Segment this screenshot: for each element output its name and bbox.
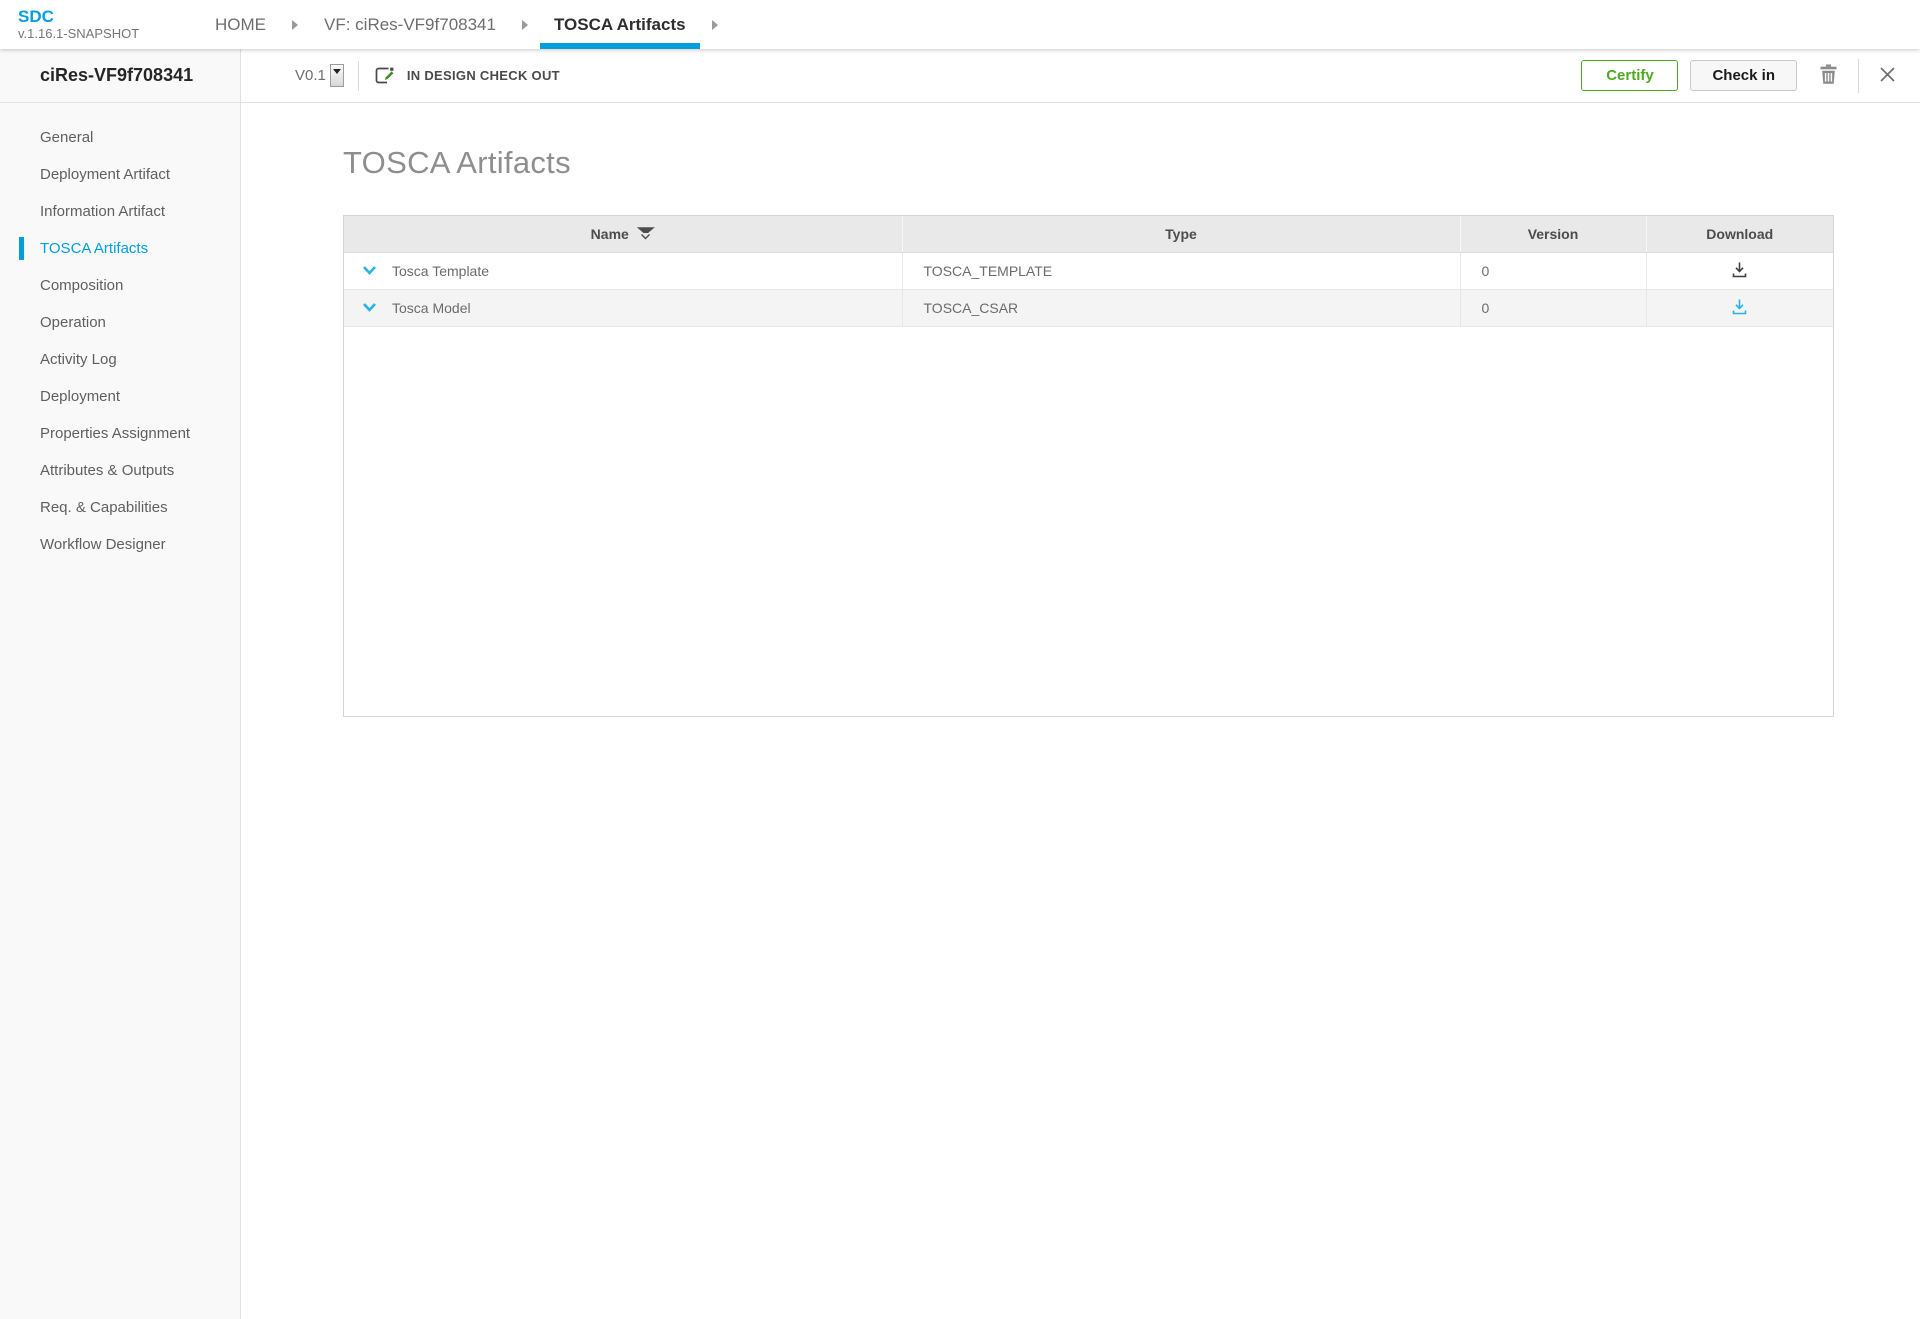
close-button[interactable]: [1875, 62, 1900, 90]
version-label: V0.1: [295, 67, 326, 84]
chevron-down-icon: [362, 263, 377, 278]
sidebar-item-tosca-artifacts[interactable]: TOSCA Artifacts: [0, 230, 240, 267]
app-version-text: v.1.16.1-SNAPSHOT: [18, 26, 199, 41]
toolbar-divider: [358, 61, 359, 91]
delete-button[interactable]: [1815, 60, 1842, 92]
sidebar-item-attributes-outputs[interactable]: Attributes & Outputs: [0, 452, 240, 489]
sidebar-item-req-capabilities[interactable]: Req. & Capabilities: [0, 489, 240, 526]
download-icon: [1731, 261, 1748, 281]
top-header: SDC v.1.16.1-SNAPSHOT HOME VF: ciRes-VF9…: [0, 0, 1920, 49]
checkout-status-icon: [373, 65, 397, 87]
close-icon: [1879, 66, 1896, 86]
sidebar-item-composition[interactable]: Composition: [0, 267, 240, 304]
download-icon: [1731, 298, 1748, 318]
sidebar-item-deployment-artifact[interactable]: Deployment Artifact: [0, 156, 240, 193]
toolbar-actions: Certify Check in: [1581, 59, 1900, 93]
breadcrumb: HOME VF: ciRes-VF9f708341 TOSCA Artifact…: [199, 0, 728, 49]
column-header-version[interactable]: Version: [1460, 216, 1646, 252]
artifact-name: Tosca Template: [392, 263, 489, 279]
artifact-name: Tosca Model: [392, 300, 471, 316]
resource-name-title: ciRes-VF9f708341: [40, 65, 193, 86]
page-title: TOSCA Artifacts: [343, 145, 1920, 181]
sort-descending-icon[interactable]: [637, 227, 655, 240]
sidebar: ciRes-VF9f708341 General Deployment Arti…: [0, 49, 241, 1319]
sidebar-item-general[interactable]: General: [0, 119, 240, 156]
table-row[interactable]: Tosca Template TOSCA_TEMPLATE 0: [344, 252, 1833, 289]
download-button[interactable]: [1727, 257, 1752, 285]
trash-icon: [1819, 64, 1838, 88]
column-header-name[interactable]: Name: [344, 216, 902, 252]
expand-row-button[interactable]: [360, 298, 379, 317]
breadcrumb-tosca-artifacts[interactable]: TOSCA Artifacts: [538, 0, 702, 49]
column-header-download[interactable]: Download: [1646, 216, 1833, 252]
sidebar-item-properties-assignment[interactable]: Properties Assignment: [0, 415, 240, 452]
breadcrumb-vf-label: VF: ciRes-VF9f708341: [324, 15, 496, 35]
main-content: V0.1 IN DESIGN CHECK OUT Certify Check i…: [241, 49, 1920, 1319]
toolbar: V0.1 IN DESIGN CHECK OUT Certify Check i…: [241, 49, 1920, 103]
check-in-button[interactable]: Check in: [1690, 60, 1797, 91]
breadcrumb-separator-icon: [292, 0, 298, 49]
expand-row-button[interactable]: [360, 261, 379, 280]
artifact-type: TOSCA_CSAR: [902, 289, 1460, 326]
toolbar-divider: [1858, 59, 1859, 93]
active-tab-underline: [540, 43, 700, 49]
tosca-artifacts-table: Name Type Version Download: [343, 215, 1834, 717]
artifact-version: 0: [1460, 252, 1646, 289]
chevron-down-icon: [333, 69, 341, 74]
column-header-type[interactable]: Type: [902, 216, 1460, 252]
version-selector[interactable]: [330, 64, 344, 87]
breadcrumb-home-label: HOME: [215, 15, 266, 35]
chevron-down-icon: [362, 300, 377, 315]
breadcrumb-separator-icon: [712, 0, 718, 49]
sidebar-header: ciRes-VF9f708341: [0, 49, 240, 103]
breadcrumb-separator-icon: [522, 0, 528, 49]
sidebar-item-activity-log[interactable]: Activity Log: [0, 341, 240, 378]
table-row[interactable]: Tosca Model TOSCA_CSAR 0: [344, 289, 1833, 326]
sidebar-nav: General Deployment Artifact Information …: [0, 103, 240, 563]
app-logo[interactable]: SDC v.1.16.1-SNAPSHOT: [0, 0, 199, 49]
table-header-row: Name Type Version Download: [344, 216, 1833, 252]
breadcrumb-home[interactable]: HOME: [199, 0, 282, 49]
lifecycle-status-label: IN DESIGN CHECK OUT: [407, 68, 560, 83]
app-logo-text: SDC: [18, 8, 199, 26]
breadcrumb-vf[interactable]: VF: ciRes-VF9f708341: [308, 0, 512, 49]
breadcrumb-tosca-artifacts-label: TOSCA Artifacts: [554, 15, 686, 35]
artifact-version: 0: [1460, 289, 1646, 326]
sidebar-item-workflow-designer[interactable]: Workflow Designer: [0, 526, 240, 563]
certify-button[interactable]: Certify: [1581, 60, 1678, 91]
download-button[interactable]: [1727, 294, 1752, 322]
sidebar-item-information-artifact[interactable]: Information Artifact: [0, 193, 240, 230]
artifact-type: TOSCA_TEMPLATE: [902, 252, 1460, 289]
sidebar-item-deployment[interactable]: Deployment: [0, 378, 240, 415]
sidebar-item-operation[interactable]: Operation: [0, 304, 240, 341]
